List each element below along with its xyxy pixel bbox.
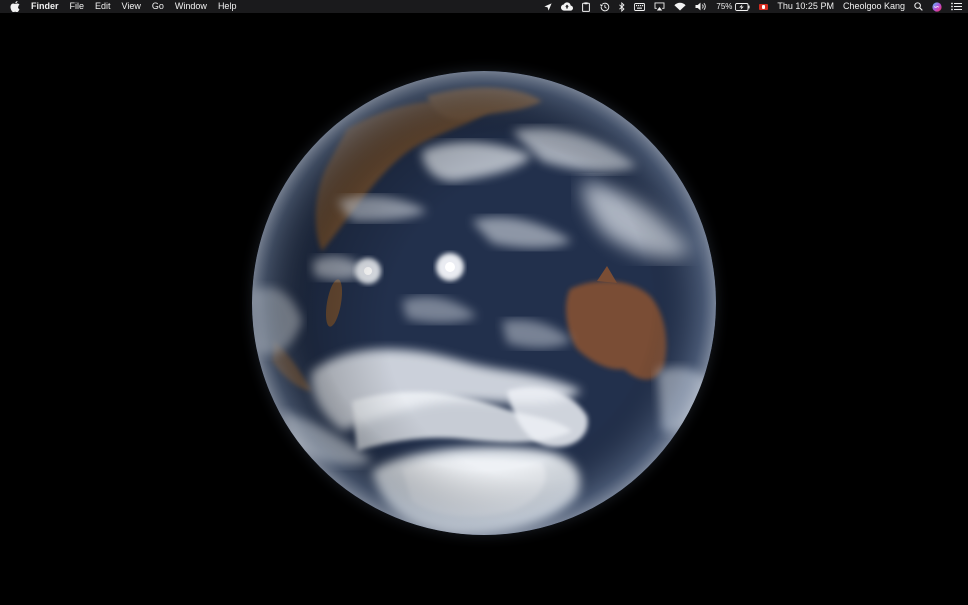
menu-bar: Finder File Edit View Go Window Help 75%…: [0, 0, 968, 13]
menu-bar-left: Finder File Edit View Go Window Help: [10, 0, 247, 13]
menu-clock[interactable]: Thu 10:25 PM: [777, 0, 834, 13]
menu-window[interactable]: Window: [175, 0, 207, 13]
volume-icon[interactable]: [695, 2, 707, 11]
earth-illustration: [252, 71, 716, 535]
fast-user-switch[interactable]: Cheolgoo Kang: [843, 0, 905, 13]
cloud-upload-icon[interactable]: [561, 2, 574, 11]
notification-center-icon[interactable]: [951, 2, 962, 11]
menu-bar-right: 75% Thu 10:25 PM Cheolgoo Kang: [535, 0, 962, 13]
desktop[interactable]: Finder File Edit View Go Window Help 75%…: [0, 0, 968, 605]
clipboard-icon[interactable]: [582, 1, 591, 12]
bluetooth-icon[interactable]: [619, 1, 625, 12]
keyboard-icon[interactable]: [634, 2, 646, 11]
battery-charging-icon: [735, 2, 751, 11]
wifi-icon[interactable]: [674, 2, 686, 11]
menu-help[interactable]: Help: [218, 0, 237, 13]
menu-view[interactable]: View: [122, 0, 141, 13]
spotlight-search-icon[interactable]: [914, 2, 923, 11]
battery-group[interactable]: 75%: [716, 0, 751, 13]
time-machine-icon[interactable]: [599, 2, 610, 12]
app-name-finder[interactable]: Finder: [31, 0, 59, 13]
wallpaper-earth: [252, 71, 716, 535]
battery-percent: 75%: [716, 2, 733, 11]
menu-go[interactable]: Go: [152, 0, 164, 13]
location-arrow-icon[interactable]: [544, 2, 552, 11]
siri-icon[interactable]: [932, 1, 942, 12]
menu-file[interactable]: File: [70, 0, 85, 13]
apple-icon[interactable]: [10, 1, 20, 12]
canada-flag-icon[interactable]: [759, 3, 769, 10]
menu-edit[interactable]: Edit: [95, 0, 111, 13]
airplay-icon[interactable]: [654, 2, 665, 11]
